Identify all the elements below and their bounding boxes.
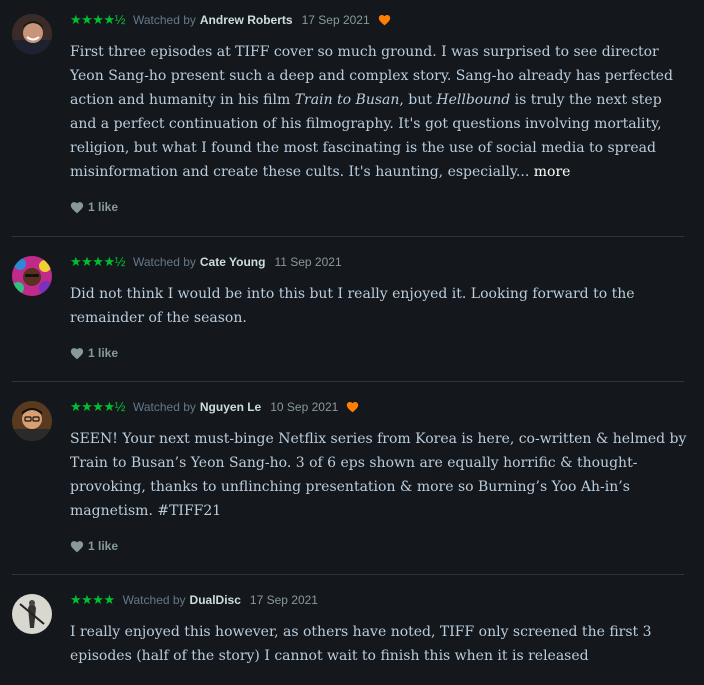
heart-icon — [70, 347, 84, 359]
review-meta: ★★★★½ Watched by Nguyen Le 10 Sep 2021 — [70, 399, 359, 415]
like-button[interactable]: 1 like — [70, 539, 118, 553]
rating-stars: ★★★★½ — [70, 254, 125, 269]
more-link[interactable]: more — [534, 164, 571, 180]
avatar[interactable] — [12, 14, 52, 54]
review-body[interactable]: SEEN! Your next must-binge Netflix serie… — [70, 427, 690, 523]
like-count: 1 like — [88, 200, 119, 214]
author-name[interactable]: Nguyen Le — [200, 400, 261, 414]
review-item: ★★★★½ Watched by Andrew Roberts 17 Sep 2… — [12, 0, 684, 237]
review-body[interactable]: First three episodes at TIFF cover so mu… — [70, 40, 690, 184]
review-meta: ★★★★½ Watched by Andrew Roberts 17 Sep 2… — [70, 12, 391, 28]
rating-stars: ★★★★ — [70, 592, 115, 607]
liked-heart-icon — [378, 15, 390, 26]
review-meta: ★★★★½ Watched by Cate Young 11 Sep 2021 — [70, 254, 342, 270]
like-count: 1 like — [88, 346, 119, 360]
review-item: ★★★★½ Watched by Cate Young 11 Sep 2021 … — [12, 237, 684, 382]
avatar[interactable] — [12, 401, 52, 441]
author-name[interactable]: DualDisc — [190, 593, 241, 607]
review-date[interactable]: 10 Sep 2021 — [270, 400, 338, 414]
review-body[interactable]: I really enjoyed this however, as others… — [70, 620, 690, 668]
avatar[interactable] — [12, 256, 52, 296]
author-name[interactable]: Cate Young — [200, 255, 266, 269]
like-button[interactable]: 1 like — [70, 346, 118, 360]
film-title-italic: Train to Busan — [294, 92, 400, 108]
review-text: I really enjoyed this however, as others… — [70, 624, 652, 664]
review-text: SEEN! Your next must-binge Netflix serie… — [70, 431, 687, 519]
avatar[interactable] — [12, 594, 52, 634]
rating-stars: ★★★★½ — [70, 399, 125, 414]
review-item: ★★★★½ Watched by Nguyen Le 10 Sep 2021 S… — [12, 382, 686, 575]
watched-by-label: Watched by — [122, 593, 186, 607]
review-item: ★★★★ Watched by DualDisc 17 Sep 2021 I r… — [12, 575, 684, 685]
author-name[interactable]: Andrew Roberts — [200, 13, 293, 27]
review-body[interactable]: Did not think I would be into this but I… — [70, 282, 690, 330]
watched-by-label: Watched by — [132, 400, 196, 414]
liked-heart-icon — [347, 402, 359, 413]
review-text: , but — [399, 92, 437, 108]
review-date[interactable]: 17 Sep 2021 — [302, 13, 370, 27]
watched-by-label: Watched by — [132, 13, 196, 27]
watched-by-label: Watched by — [132, 255, 196, 269]
film-title-italic: Hellbound — [436, 92, 511, 108]
like-count: 1 like — [88, 539, 119, 553]
review-meta: ★★★★ Watched by DualDisc 17 Sep 2021 — [70, 592, 318, 608]
rating-stars: ★★★★½ — [70, 12, 125, 27]
review-date[interactable]: 17 Sep 2021 — [250, 593, 318, 607]
review-date[interactable]: 11 Sep 2021 — [274, 255, 341, 269]
like-button[interactable]: 1 like — [70, 200, 118, 214]
review-text: Did not think I would be into this but I… — [70, 286, 635, 326]
heart-icon — [70, 201, 84, 213]
heart-icon — [70, 540, 84, 552]
